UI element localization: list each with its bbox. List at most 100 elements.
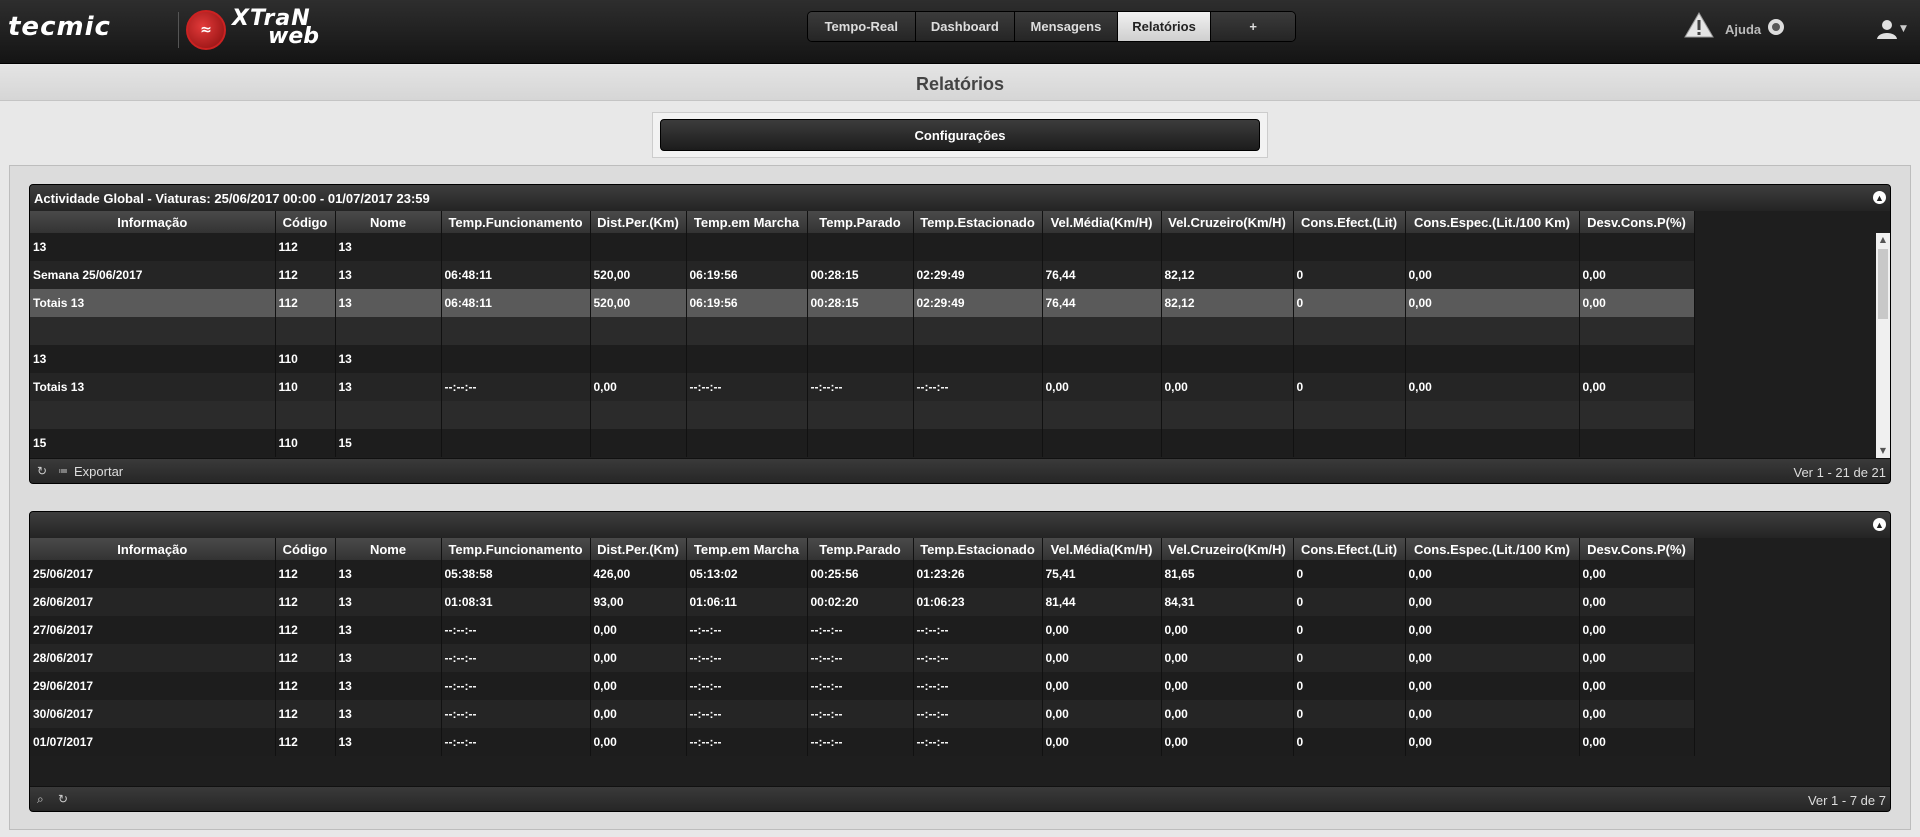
- table-cell: 0,00: [590, 616, 687, 644]
- table-cell: [275, 401, 336, 429]
- scroll-down-icon[interactable]: ▼: [1876, 444, 1890, 458]
- column-header[interactable]: Cons.Espec.(Lit./100 Km): [1405, 538, 1580, 560]
- search-icon[interactable]: ⌕: [37, 792, 44, 807]
- nav-add-tab[interactable]: +: [1211, 12, 1295, 41]
- table-cell: 82,12: [1161, 289, 1294, 317]
- table-cell: 13: [335, 233, 442, 261]
- panel-footer: ⌕ ↻ Ver 1 - 7 de 7: [30, 786, 1890, 811]
- table-row[interactable]: Semana 25/06/2017 112 13 06:48:11 520,00 06:1…: [30, 261, 1695, 289]
- column-header[interactable]: Temp.Funcionamento: [441, 211, 591, 233]
- collapse-icon[interactable]: ▲: [1873, 191, 1886, 204]
- nav-dashboard[interactable]: Dashboard: [915, 12, 1016, 41]
- scroll-up-icon[interactable]: ▲: [1876, 233, 1890, 247]
- table-cell: [913, 233, 1043, 261]
- table-cell: 520,00: [590, 289, 687, 317]
- vertical-scrollbar[interactable]: ▲ ▼: [1876, 233, 1890, 458]
- table-row[interactable]: 26/06/2017 112 13 01:08:31 93,00 01:06:11 00:0…: [30, 588, 1695, 616]
- column-header[interactable]: Temp.em Marcha: [686, 538, 808, 560]
- column-header[interactable]: Temp.Funcionamento: [441, 538, 591, 560]
- table-cell: --:--:--: [913, 644, 1043, 672]
- scroll-thumb[interactable]: [1878, 249, 1888, 319]
- column-header[interactable]: Nome: [335, 538, 442, 560]
- column-header[interactable]: Vel.Cruzeiro(Km/H): [1161, 538, 1294, 560]
- column-header[interactable]: Código: [275, 211, 336, 233]
- column-header[interactable]: Vel.Cruzeiro(Km/H): [1161, 211, 1294, 233]
- column-header[interactable]: Cons.Efect.(Lit): [1293, 211, 1406, 233]
- chevron-down-icon[interactable]: ▼: [1900, 24, 1907, 34]
- table-row[interactable]: 29/06/2017 112 13 --:--:-- 0,00 --:--:-- --:--…: [30, 672, 1695, 700]
- user-icon[interactable]: [1876, 18, 1898, 40]
- nav-tempo-real[interactable]: Tempo-Real: [808, 12, 916, 41]
- table-cell: 05:38:58: [441, 560, 591, 588]
- column-header[interactable]: Desv.Cons.P(%): [1579, 538, 1695, 560]
- table-cell: 0,00: [1405, 588, 1580, 616]
- table-cell: 25/06/2017: [30, 560, 276, 588]
- column-header[interactable]: Temp.Parado: [807, 211, 914, 233]
- table-cell: --:--:--: [807, 728, 914, 756]
- table-row[interactable]: 28/06/2017 112 13 --:--:-- 0,00 --:--:-- --:--…: [30, 644, 1695, 672]
- nav-relatorios[interactable]: Relatórios: [1117, 12, 1212, 41]
- table-cell: 13: [335, 644, 442, 672]
- table-row[interactable]: 30/06/2017 112 13 --:--:-- 0,00 --:--:-- --:--…: [30, 700, 1695, 728]
- export-icon[interactable]: ≔: [58, 466, 68, 477]
- table-row[interactable]: 13 112 13: [30, 233, 1695, 261]
- table-cell: 13: [335, 672, 442, 700]
- table-cell: 112: [275, 644, 336, 672]
- column-header[interactable]: Cons.Espec.(Lit./100 Km): [1405, 211, 1580, 233]
- column-header[interactable]: Desv.Cons.P(%): [1579, 211, 1695, 233]
- column-header[interactable]: Código: [275, 538, 336, 560]
- table-row[interactable]: 27/06/2017 112 13 --:--:-- 0,00 --:--:-- --:--…: [30, 616, 1695, 644]
- table-row[interactable]: [30, 317, 1695, 345]
- table-cell: [1579, 317, 1695, 345]
- table-cell: 06:48:11: [441, 289, 591, 317]
- export-button[interactable]: Exportar: [74, 464, 123, 479]
- config-button[interactable]: Configurações: [660, 119, 1260, 151]
- column-header[interactable]: Informação: [30, 538, 276, 560]
- table-cell: --:--:--: [686, 373, 808, 401]
- table-cell: [686, 429, 808, 457]
- table-cell: [1579, 233, 1695, 261]
- table-cell: 112: [275, 728, 336, 756]
- table-row[interactable]: 01/07/2017 112 13 --:--:-- 0,00 --:--:-- --:--…: [30, 728, 1695, 756]
- table-cell: 84,31: [1161, 588, 1294, 616]
- help-link[interactable]: Ajuda: [1725, 22, 1761, 37]
- warning-icon[interactable]: [1684, 12, 1714, 38]
- column-header[interactable]: Temp.em Marcha: [686, 211, 808, 233]
- column-header[interactable]: Informação: [30, 211, 276, 233]
- column-header[interactable]: Dist.Per.(Km): [590, 538, 687, 560]
- table-cell: [441, 317, 591, 345]
- table-row[interactable]: Totais 13 110 13 --:--:-- 0,00 --:--:-- --:--:…: [30, 373, 1695, 401]
- table-cell: 0,00: [1405, 616, 1580, 644]
- column-header[interactable]: Vel.Média(Km/H): [1042, 211, 1162, 233]
- refresh-icon[interactable]: ↻: [58, 792, 68, 806]
- nav-mensagens[interactable]: Mensagens: [1015, 12, 1118, 41]
- table-row[interactable]: 15 110 15: [30, 429, 1695, 457]
- table-cell: 01:08:31: [441, 588, 591, 616]
- table-cell: [1293, 401, 1406, 429]
- table-row[interactable]: 13 110 13: [30, 345, 1695, 373]
- table-cell: 0,00: [1405, 728, 1580, 756]
- table-cell: 0,00: [1042, 373, 1162, 401]
- column-header[interactable]: Temp.Estacionado: [913, 538, 1043, 560]
- table-row[interactable]: [30, 401, 1695, 429]
- table-cell: 0,00: [1161, 728, 1294, 756]
- column-header[interactable]: Nome: [335, 211, 442, 233]
- column-header[interactable]: Temp.Estacionado: [913, 211, 1043, 233]
- refresh-icon[interactable]: ↻: [37, 464, 47, 478]
- column-header[interactable]: Vel.Média(Km/H): [1042, 538, 1162, 560]
- collapse-icon[interactable]: ▲: [1873, 518, 1886, 531]
- table-cell: 0: [1293, 588, 1406, 616]
- table-row[interactable]: Totais 13 112 13 06:48:11 520,00 06:19:56 00:2…: [30, 289, 1695, 317]
- top-bar: tecmic ≈ XTraN web Tempo-Real Dashboard …: [0, 0, 1920, 64]
- table-cell: 30/06/2017: [30, 700, 276, 728]
- table-cell: --:--:--: [686, 644, 808, 672]
- column-header[interactable]: Temp.Parado: [807, 538, 914, 560]
- table-cell: 06:19:56: [686, 261, 808, 289]
- column-header[interactable]: Dist.Per.(Km): [590, 211, 687, 233]
- table-cell: [1293, 429, 1406, 457]
- table-cell: 0: [1293, 672, 1406, 700]
- table-row[interactable]: 25/06/2017 112 13 05:38:58 426,00 05:13:02 00:…: [30, 560, 1695, 588]
- lifebuoy-icon[interactable]: [1768, 19, 1784, 35]
- table-cell: 0: [1293, 289, 1406, 317]
- column-header[interactable]: Cons.Efect.(Lit): [1293, 538, 1406, 560]
